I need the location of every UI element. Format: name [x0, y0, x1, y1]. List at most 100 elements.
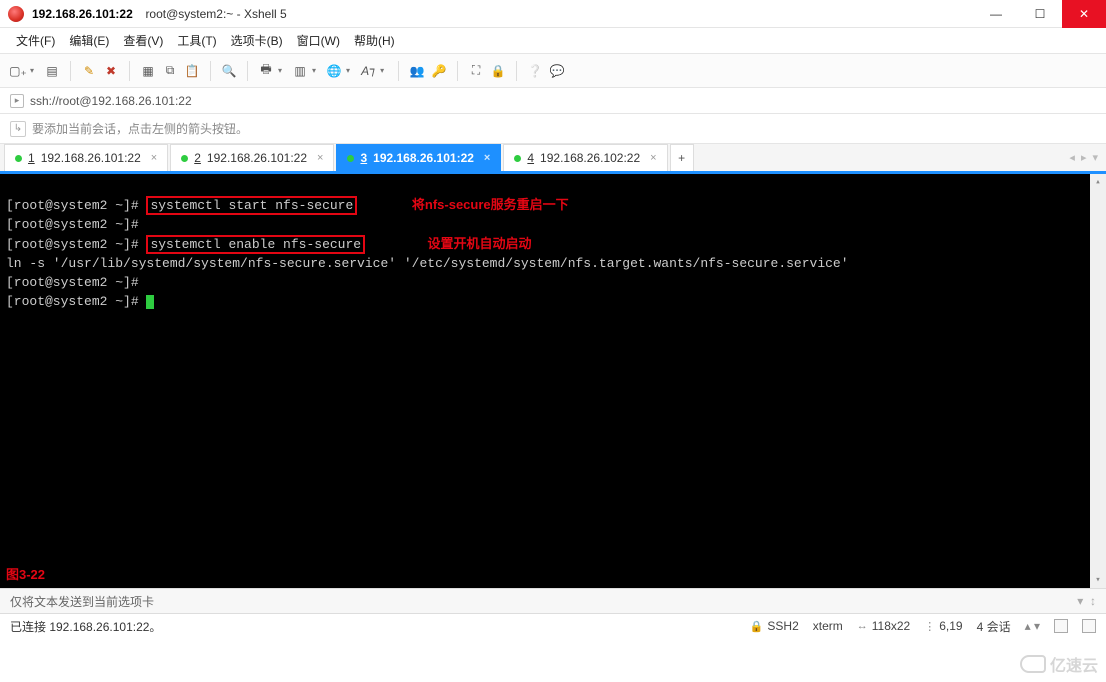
status-dot-icon — [15, 155, 22, 162]
key-button[interactable]: 🔑 — [429, 61, 449, 81]
tab-number: 4 — [527, 151, 534, 165]
tab-2[interactable]: 2 192.168.26.101:22 × — [170, 144, 334, 171]
app-icon — [8, 6, 24, 22]
new-session-icon: ▢₊ — [8, 61, 28, 81]
toolbar: ▢₊▾ ▤ ✎ ✖ ▦ ⧉ 📋 🔍 🖶▾ ▥▾ 🌐▾ A⁊▾ 👥 🔑 ⛶ 🔒 ❔… — [0, 54, 1106, 88]
caps-indicator — [1054, 619, 1068, 633]
terminal-pane[interactable]: [root@system2 ~]# systemctl start nfs-se… — [0, 174, 1106, 588]
minimize-button[interactable]: — — [974, 0, 1018, 28]
title-session: root@system2:~ - Xshell 5 — [139, 7, 287, 21]
encoding-button[interactable]: 🌐▾ — [324, 61, 356, 81]
status-bar: 已连接 192.168.26.101:22。 🔒SSH2 xterm ↔118x… — [0, 614, 1106, 638]
close-button[interactable]: ✕ — [1062, 0, 1106, 28]
command-output: ln -s '/usr/lib/systemd/system/nfs-secur… — [6, 256, 849, 271]
menu-help[interactable]: 帮助(H) — [348, 28, 401, 53]
status-dot-icon — [514, 155, 521, 162]
lock-icon: 🔒 — [750, 620, 764, 633]
menu-tab[interactable]: 选项卡(B) — [225, 28, 289, 53]
fullscreen-button[interactable]: ⛶ — [466, 61, 486, 81]
paste-button[interactable]: 📋 — [182, 61, 202, 81]
terminal-scrollbar[interactable]: ▴ ▾ — [1090, 174, 1106, 588]
properties-button[interactable]: ▦ — [138, 61, 158, 81]
copy-button[interactable]: ⧉ — [160, 61, 180, 81]
tab-3[interactable]: 3 192.168.26.101:22 × — [336, 144, 501, 171]
terminal-cursor — [146, 295, 154, 309]
color-scheme-button[interactable]: ▥▾ — [290, 61, 322, 81]
help-button[interactable]: ❔ — [525, 61, 545, 81]
annotation-1: 将nfs-secure服务重启一下 — [412, 197, 569, 212]
title-host: 192.168.26.101:22 — [32, 7, 133, 21]
menu-file[interactable]: 文件(F) — [10, 28, 61, 53]
address-text[interactable]: ssh://root@192.168.26.101:22 — [30, 94, 192, 108]
tab-1[interactable]: 1 192.168.26.101:22 × — [4, 144, 168, 171]
status-dot-icon — [181, 155, 188, 162]
shell-prompt: [root@system2 ~]# — [6, 275, 139, 290]
menu-tools[interactable]: 工具(T) — [171, 28, 222, 53]
tab-number: 3 — [360, 151, 367, 165]
tab-close-icon[interactable]: × — [317, 152, 323, 164]
tab-label: 192.168.26.101:22 — [373, 151, 474, 165]
hint-bar: ↳ 要添加当前会话，点击左侧的箭头按钮。 — [0, 114, 1106, 144]
tab-4[interactable]: 4 192.168.26.102:22 × — [503, 144, 667, 171]
hint-text: 要添加当前会话，点击左侧的箭头按钮。 — [32, 120, 248, 137]
tab-nav-right-icon[interactable]: ▸ — [1081, 151, 1087, 164]
menu-view[interactable]: 查看(V) — [117, 28, 169, 53]
tab-close-icon[interactable]: × — [484, 152, 490, 164]
send-mode-bar[interactable]: 仅将文本发送到当前选项卡 ▾ ↕ — [0, 588, 1106, 614]
reconnect-button[interactable]: ✎ — [79, 61, 99, 81]
highlighted-command-1: systemctl start nfs-secure — [146, 196, 357, 215]
send-mode-text: 仅将文本发送到当前选项卡 — [10, 593, 154, 610]
shell-prompt: [root@system2 ~]# — [6, 217, 139, 232]
tab-nav-left-icon[interactable]: ◂ — [1069, 151, 1075, 164]
disconnect-button[interactable]: ✖ — [101, 61, 121, 81]
highlighted-command-2: systemctl enable nfs-secure — [146, 235, 365, 254]
watermark: 亿速云 — [1020, 652, 1098, 676]
size-icon: ↔ — [857, 620, 868, 632]
status-cursor-pos: ⋮6,19 — [924, 619, 962, 633]
open-button[interactable]: ▤ — [42, 61, 62, 81]
scroll-up-icon[interactable]: ▴ — [1090, 174, 1106, 190]
watermark-icon — [1020, 655, 1046, 673]
maximize-button[interactable]: ☐ — [1018, 0, 1062, 28]
font-icon: A⁊ — [358, 61, 378, 81]
tab-label: 192.168.26.101:22 — [207, 151, 307, 165]
menu-edit[interactable]: 编辑(E) — [63, 28, 115, 53]
watermark-text: 亿速云 — [1050, 652, 1098, 676]
find-button[interactable]: 🔍 — [219, 61, 239, 81]
tab-label: 192.168.26.101:22 — [41, 151, 141, 165]
feedback-button[interactable]: 💬 — [547, 61, 567, 81]
print-button[interactable]: 🖶▾ — [256, 61, 288, 81]
send-mode-menu-icon[interactable]: ▾ ↕ — [1077, 594, 1096, 608]
menu-window[interactable]: 窗口(W) — [291, 28, 346, 53]
tab-number: 2 — [194, 151, 201, 165]
num-indicator — [1082, 619, 1096, 633]
window-controls: — ☐ ✕ — [974, 0, 1106, 28]
address-bar: ▸ ssh://root@192.168.26.101:22 — [0, 88, 1106, 114]
status-dot-icon — [347, 155, 354, 162]
status-sessions: 4 会话 — [977, 618, 1011, 635]
status-terminal-type: xterm — [813, 619, 843, 633]
hint-arrow-icon[interactable]: ↳ — [10, 121, 26, 137]
tab-label: 192.168.26.102:22 — [540, 151, 640, 165]
lock-button[interactable]: 🔒 — [488, 61, 508, 81]
shell-prompt: [root@system2 ~]# — [6, 198, 139, 213]
tab-add-button[interactable]: + — [670, 144, 694, 171]
tab-close-icon[interactable]: × — [151, 152, 157, 164]
font-button[interactable]: A⁊▾ — [358, 61, 390, 81]
new-session-button[interactable]: ▢₊▾ — [8, 61, 40, 81]
status-size: ↔118x22 — [857, 619, 910, 633]
menu-bar: 文件(F) 编辑(E) 查看(V) 工具(T) 选项卡(B) 窗口(W) 帮助(… — [0, 28, 1106, 54]
printer-icon: 🖶 — [256, 61, 276, 81]
palette-icon: ▥ — [290, 61, 310, 81]
tab-nav: ◂ ▸ ▾ — [1069, 144, 1106, 171]
tab-close-icon[interactable]: × — [650, 152, 656, 164]
tab-nav-menu-icon[interactable]: ▾ — [1092, 151, 1098, 164]
title-bar: 192.168.26.101:22 root@system2:~ - Xshel… — [0, 0, 1106, 28]
scroll-down-icon[interactable]: ▾ — [1090, 572, 1106, 588]
globe-icon: 🌐 — [324, 61, 344, 81]
users-button[interactable]: 👥 — [407, 61, 427, 81]
figure-label: 图3-22 — [6, 565, 45, 584]
tab-number: 1 — [28, 151, 35, 165]
shell-prompt: [root@system2 ~]# — [6, 294, 139, 309]
session-icon[interactable]: ▸ — [10, 94, 24, 108]
